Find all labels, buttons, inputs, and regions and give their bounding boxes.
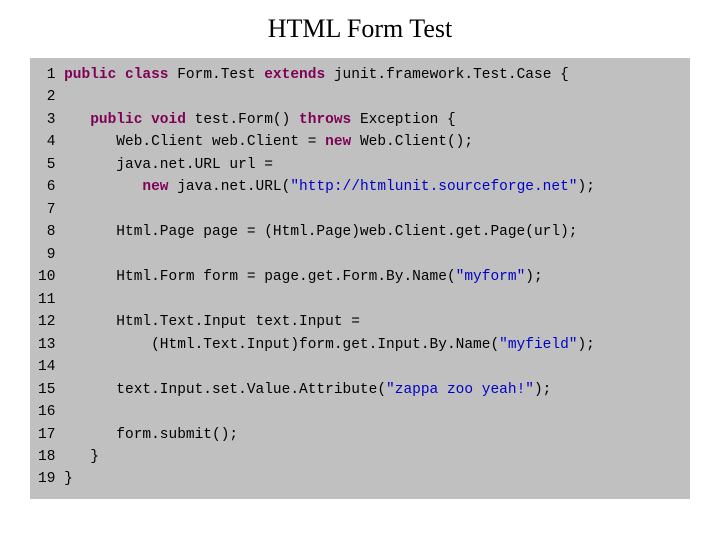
code-content — [64, 199, 682, 221]
string-literal: "myform" — [456, 269, 526, 285]
keyword: extends — [264, 67, 325, 83]
string-literal: "zappa zoo yeah!" — [386, 382, 534, 398]
code-content: Html.Page page = (Html.Page)web.Client.g… — [64, 221, 682, 243]
line-number: 6 — [38, 176, 55, 198]
line-number: 17 — [38, 424, 55, 446]
line-number: 18 — [38, 446, 55, 468]
code-content — [64, 356, 682, 378]
line-number: 15 — [38, 379, 55, 401]
line-number: 8 — [38, 221, 55, 243]
code-line: 10 Html.Form form = page.get.Form.By.Nam… — [38, 266, 682, 288]
code-content: text.Input.set.Value.Attribute("zappa zo… — [64, 379, 682, 401]
code-line: 11 — [38, 289, 682, 311]
keyword: throws — [299, 112, 351, 128]
code-line: 6 new java.net.URL("http://htmlunit.sour… — [38, 176, 682, 198]
code-line: 4 Web.Client web.Client = new Web.Client… — [38, 131, 682, 153]
line-number: 16 — [38, 401, 55, 423]
code-line: 2 — [38, 86, 682, 108]
code-content — [64, 244, 682, 266]
code-line: 18 } — [38, 446, 682, 468]
code-content: (Html.Text.Input)form.get.Input.By.Name(… — [64, 334, 682, 356]
code-content: form.submit(); — [64, 424, 682, 446]
line-number: 4 — [38, 131, 55, 153]
page-title: HTML Form Test — [30, 14, 690, 44]
code-line: 7 — [38, 199, 682, 221]
code-line: 15 text.Input.set.Value.Attribute("zappa… — [38, 379, 682, 401]
line-number: 3 — [38, 109, 55, 131]
code-content: Html.Form form = page.get.Form.By.Name("… — [64, 266, 682, 288]
keyword: public — [64, 67, 116, 83]
code-line: 8 Html.Page page = (Html.Page)web.Client… — [38, 221, 682, 243]
code-line: 1 public class Form.Test extends junit.fr… — [38, 64, 682, 86]
code-line: 9 — [38, 244, 682, 266]
code-content — [64, 289, 682, 311]
code-content: } — [64, 446, 682, 468]
line-number: 1 — [38, 64, 55, 86]
keyword: new — [325, 134, 351, 150]
code-content: public class Form.Test extends junit.fra… — [64, 64, 682, 86]
code-line: 12 Html.Text.Input text.Input = — [38, 311, 682, 333]
code-content: new java.net.URL("http://htmlunit.source… — [64, 176, 682, 198]
line-number: 12 — [38, 311, 55, 333]
code-line: 19} — [38, 468, 682, 490]
code-content — [64, 401, 682, 423]
code-line: 3 public void test.Form() throws Excepti… — [38, 109, 682, 131]
line-number: 11 — [38, 289, 55, 311]
code-content: public void test.Form() throws Exception… — [64, 109, 682, 131]
string-literal: "http://htmlunit.sourceforge.net" — [290, 179, 577, 195]
line-number: 10 — [38, 266, 55, 288]
line-number: 19 — [38, 468, 55, 490]
code-content: Web.Client web.Client = new Web.Client()… — [64, 131, 682, 153]
keyword: public — [90, 112, 142, 128]
code-content: } — [64, 468, 682, 490]
line-number: 14 — [38, 356, 55, 378]
code-content — [64, 86, 682, 108]
code-line: 5 java.net.URL url = — [38, 154, 682, 176]
line-number: 2 — [38, 86, 55, 108]
code-line: 13 (Html.Text.Input)form.get.Input.By.Na… — [38, 334, 682, 356]
slide: HTML Form Test 1 public class Form.Test e… — [0, 0, 720, 519]
code-content: java.net.URL url = — [64, 154, 682, 176]
code-content: Html.Text.Input text.Input = — [64, 311, 682, 333]
code-line: 16 — [38, 401, 682, 423]
code-line: 14 — [38, 356, 682, 378]
code-line: 17 form.submit(); — [38, 424, 682, 446]
line-number: 9 — [38, 244, 55, 266]
line-number: 5 — [38, 154, 55, 176]
keyword: class — [125, 67, 169, 83]
keyword: void — [151, 112, 186, 128]
keyword: new — [142, 179, 168, 195]
string-literal: "myfield" — [499, 337, 577, 353]
line-number: 13 — [38, 334, 55, 356]
line-number: 7 — [38, 199, 55, 221]
code-block: 1 public class Form.Test extends junit.fr… — [30, 58, 690, 499]
